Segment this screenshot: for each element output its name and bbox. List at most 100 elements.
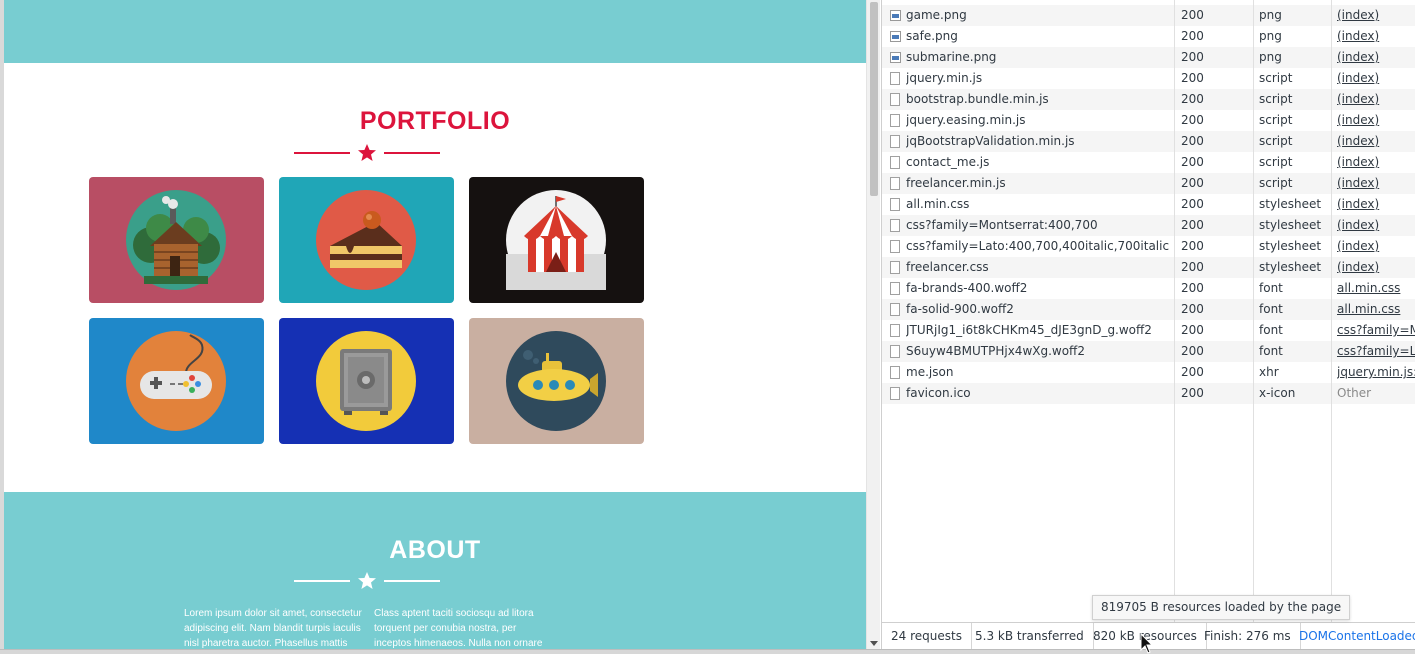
network-request-table: game.png 200 png (index) safe.png 200 png (inde… bbox=[882, 0, 1415, 622]
request-type: png bbox=[1259, 8, 1282, 22]
table-row[interactable]: S6uyw4BMUTPHjx4wXg.woff2 200 font css?famil… bbox=[882, 341, 1415, 362]
table-row[interactable]: jqBootstrapValidation.min.js 200 script (in… bbox=[882, 131, 1415, 152]
table-row[interactable]: safe.png 200 png (index) bbox=[882, 26, 1415, 47]
request-initiator[interactable]: (index) bbox=[1337, 152, 1415, 173]
request-initiator[interactable]: all.min.css bbox=[1337, 299, 1415, 320]
request-name: favicon.ico bbox=[906, 386, 971, 400]
request-initiator[interactable]: (index) bbox=[1337, 68, 1415, 89]
request-name: S6uyw4BMUTPHjx4wXg.woff2 bbox=[906, 344, 1085, 358]
table-row[interactable]: freelancer.css 200 stylesheet (index) bbox=[882, 257, 1415, 278]
request-initiator[interactable]: (index) bbox=[1337, 110, 1415, 131]
file-icon bbox=[890, 282, 900, 295]
request-initiator[interactable]: (index) bbox=[1337, 236, 1415, 257]
request-type: script bbox=[1259, 134, 1293, 148]
request-initiator[interactable]: (index) bbox=[1337, 173, 1415, 194]
page-scrollbar-thumb[interactable] bbox=[870, 2, 878, 196]
table-row[interactable]: freelancer.min.js 200 script (index) bbox=[882, 173, 1415, 194]
table-row[interactable]: fa-solid-900.woff2 200 font all.min.css bbox=[882, 299, 1415, 320]
request-name: css?family=Montserrat:400,700 bbox=[906, 218, 1098, 232]
request-initiator[interactable]: (index) bbox=[1337, 89, 1415, 110]
request-initiator[interactable]: css?family=Mo bbox=[1337, 320, 1415, 341]
dom-content-loaded-link[interactable]: DOMContentLoaded: bbox=[1290, 623, 1415, 649]
request-status: 200 bbox=[1181, 365, 1204, 379]
request-initiator[interactable]: (index) bbox=[1337, 194, 1415, 215]
table-row[interactable]: JTURjIg1_i6t8kCHKm45_dJE3gnD_g.woff2 200 f… bbox=[882, 320, 1415, 341]
table-row[interactable]: submarine.png 200 png (index) bbox=[882, 47, 1415, 68]
file-icon bbox=[890, 366, 900, 379]
request-name: me.json bbox=[906, 365, 954, 379]
page-scrollbar[interactable] bbox=[866, 0, 880, 649]
table-row[interactable]: css?family=Lato:400,700,400italic,700ita… bbox=[882, 236, 1415, 257]
table-row[interactable]: bootstrap.bundle.min.js 200 script (index) bbox=[882, 89, 1415, 110]
table-row[interactable] bbox=[882, 0, 1415, 5]
portfolio-title: PORTFOLIO bbox=[359, 107, 511, 135]
request-initiator[interactable]: css?family=Lat bbox=[1337, 341, 1415, 362]
request-name: fa-solid-900.woff2 bbox=[906, 302, 1014, 316]
request-type: png bbox=[1259, 29, 1282, 43]
table-row[interactable]: favicon.ico 200 x-icon Other bbox=[882, 383, 1415, 404]
request-initiator[interactable]: (index) bbox=[1337, 47, 1415, 68]
portfolio-item-circus[interactable] bbox=[469, 177, 644, 303]
divider-line bbox=[384, 152, 440, 154]
request-type: script bbox=[1259, 176, 1293, 190]
column-divider bbox=[1331, 0, 1332, 622]
request-initiator[interactable]: all.min.css bbox=[1337, 278, 1415, 299]
table-row[interactable]: css?family=Montserrat:400,700 200 styleshe… bbox=[882, 215, 1415, 236]
request-type: stylesheet bbox=[1259, 260, 1322, 274]
finish-time: Finish: 276 ms bbox=[1195, 623, 1301, 649]
request-name: JTURjIg1_i6t8kCHKm45_dJE3gnD_g.woff2 bbox=[906, 323, 1152, 337]
portfolio-item-game[interactable] bbox=[89, 318, 264, 444]
file-icon bbox=[890, 135, 900, 148]
request-type: xhr bbox=[1259, 365, 1279, 379]
scroll-down-arrow-icon[interactable] bbox=[870, 641, 878, 646]
file-icon bbox=[890, 387, 900, 400]
portfolio-item-cake[interactable] bbox=[279, 177, 454, 303]
request-type: font bbox=[1259, 302, 1283, 316]
request-initiator[interactable]: (index) bbox=[1337, 5, 1415, 26]
request-status: 200 bbox=[1181, 71, 1204, 85]
table-row[interactable]: jquery.min.js 200 script (index) bbox=[882, 68, 1415, 89]
table-row[interactable]: me.json 200 xhr jquery.min.js:2 bbox=[882, 362, 1415, 383]
file-icon bbox=[890, 198, 900, 211]
portfolio-section: PORTFOLIO bbox=[4, 63, 866, 492]
request-name: game.png bbox=[906, 8, 967, 22]
star-icon bbox=[358, 572, 376, 589]
request-count: 24 requests bbox=[882, 623, 972, 649]
request-status: 200 bbox=[1181, 239, 1204, 253]
screen: PORTFOLIO ABOUT Lorem ipsum dolor sit am… bbox=[0, 0, 1415, 654]
about-divider bbox=[294, 571, 440, 591]
table-row[interactable]: contact_me.js 200 script (index) bbox=[882, 152, 1415, 173]
request-type: png bbox=[1259, 50, 1282, 64]
request-status: 200 bbox=[1181, 218, 1204, 232]
portfolio-item-safe[interactable] bbox=[279, 318, 454, 444]
request-name: safe.png bbox=[906, 29, 958, 43]
request-name: contact_me.js bbox=[906, 155, 990, 169]
divider-line bbox=[384, 580, 440, 582]
table-row[interactable]: game.png 200 png (index) bbox=[882, 5, 1415, 26]
request-initiator[interactable]: jquery.min.js:2 bbox=[1337, 362, 1415, 383]
request-initiator[interactable]: (index) bbox=[1337, 215, 1415, 236]
request-name: bootstrap.bundle.min.js bbox=[906, 92, 1049, 106]
file-icon bbox=[890, 303, 900, 316]
portfolio-item-submarine[interactable] bbox=[469, 318, 644, 444]
image-icon bbox=[890, 52, 901, 63]
request-initiator[interactable]: (index) bbox=[1337, 26, 1415, 47]
request-name: jquery.easing.min.js bbox=[906, 113, 1026, 127]
portfolio-item-cabin[interactable] bbox=[89, 177, 264, 303]
request-status: 200 bbox=[1181, 134, 1204, 148]
request-type: script bbox=[1259, 155, 1293, 169]
submarine-icon bbox=[506, 331, 606, 431]
table-row[interactable]: jquery.easing.min.js 200 script (index) bbox=[882, 110, 1415, 131]
request-type: font bbox=[1259, 344, 1283, 358]
about-text-right: Class aptent taciti sociosqu ad litora t… bbox=[374, 608, 543, 649]
request-type: stylesheet bbox=[1259, 197, 1322, 211]
column-divider bbox=[1174, 0, 1175, 622]
request-type: stylesheet bbox=[1259, 218, 1322, 232]
request-status: 200 bbox=[1181, 92, 1204, 106]
request-type: script bbox=[1259, 92, 1293, 106]
file-icon bbox=[890, 156, 900, 169]
request-initiator[interactable]: (index) bbox=[1337, 257, 1415, 278]
request-initiator[interactable]: (index) bbox=[1337, 131, 1415, 152]
table-row[interactable]: all.min.css 200 stylesheet (index) bbox=[882, 194, 1415, 215]
table-row[interactable]: fa-brands-400.woff2 200 font all.min.css bbox=[882, 278, 1415, 299]
